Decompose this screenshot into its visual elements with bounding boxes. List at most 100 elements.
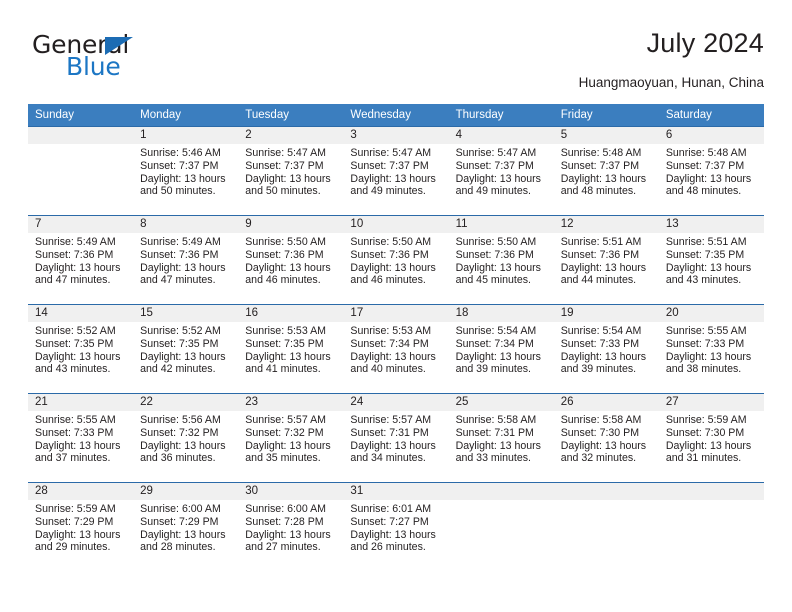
daylight-text-line1: Daylight: 13 hours (665, 439, 752, 452)
day-number: 18 (455, 307, 469, 319)
sunrise-text: Sunrise: 5:59 AM (35, 503, 116, 515)
day-cell[interactable]: 30 Sunrise: 6:00 AM Sunset: 7:28 PM Dayl… (238, 483, 344, 571)
day-cell[interactable]: 24 Sunrise: 5:57 AM Sunset: 7:31 PM Dayl… (343, 394, 449, 482)
day-number: 15 (140, 307, 153, 319)
daylight-text-line1: Daylight: 13 hours (455, 261, 541, 274)
day-cell[interactable]: 18 Sunrise: 5:54 AM Sunset: 7:34 PM Dayl… (448, 305, 554, 393)
day-cell[interactable]: 23 Sunrise: 5:57 AM Sunset: 7:32 PM Dayl… (238, 394, 344, 482)
sunset-text: Sunset: 7:37 PM (560, 159, 640, 172)
daylight-text-line1: Daylight: 13 hours (560, 350, 647, 363)
day-cell[interactable]: 22 Sunrise: 5:56 AM Sunset: 7:32 PM Dayl… (133, 394, 239, 482)
sunrise-text: Sunrise: 5:52 AM (140, 325, 221, 337)
daylight-text-line2: and 29 minutes. (35, 541, 111, 554)
day-cell[interactable]: 11 Sunrise: 5:50 AM Sunset: 7:36 PM Dayl… (448, 216, 554, 304)
sunrise-text: Sunrise: 5:56 AM (140, 414, 221, 426)
daylight-text-line1: Daylight: 13 hours (35, 528, 121, 541)
daylight-text-line1: Daylight: 13 hours (140, 528, 226, 541)
daylight-text-line1: Daylight: 13 hours (350, 261, 436, 274)
day-cell[interactable]: 20 Sunrise: 5:55 AM Sunset: 7:33 PM Dayl… (658, 305, 764, 393)
day-cell[interactable]: 15 Sunrise: 5:52 AM Sunset: 7:35 PM Dayl… (133, 305, 239, 393)
day-cell[interactable]: 6 Sunrise: 5:48 AM Sunset: 7:37 PM Dayli… (658, 127, 764, 215)
sunset-text: Sunset: 7:37 PM (245, 159, 324, 172)
day-cell[interactable]: 14 Sunrise: 5:52 AM Sunset: 7:35 PM Dayl… (28, 305, 134, 393)
day-number: 6 (665, 129, 673, 141)
sunset-text: Sunset: 7:35 PM (140, 337, 219, 350)
sunset-text: Sunset: 7:33 PM (665, 337, 745, 350)
sunset-text: Sunset: 7:30 PM (665, 426, 745, 439)
sunset-text: Sunset: 7:37 PM (455, 159, 534, 172)
daylight-text-line1: Daylight: 13 hours (665, 350, 752, 363)
day-cell[interactable]: 16 Sunrise: 5:53 AM Sunset: 7:35 PM Dayl… (238, 305, 344, 393)
day-cell[interactable]: 12 Sunrise: 5:51 AM Sunset: 7:36 PM Dayl… (553, 216, 659, 304)
daylight-text-line1: Daylight: 13 hours (350, 172, 436, 185)
sunrise-text: Sunrise: 5:58 AM (560, 414, 642, 426)
general-blue-logo[interactable]: General Blue (32, 32, 232, 88)
day-cell[interactable]: 13 Sunrise: 5:51 AM Sunset: 7:35 PM Dayl… (658, 216, 764, 304)
sunset-text: Sunset: 7:31 PM (350, 426, 429, 439)
daylight-text-line1: Daylight: 13 hours (455, 350, 541, 363)
daylight-text-line1: Daylight: 13 hours (350, 350, 436, 363)
sunrise-text: Sunrise: 5:57 AM (350, 414, 432, 426)
sunrise-text: Sunrise: 5:47 AM (245, 147, 326, 159)
weekday-header-wednesday: Wednesday (350, 109, 411, 121)
logo-text-blue: Blue (66, 52, 121, 81)
daylight-text-line2: and 34 minutes. (350, 452, 426, 465)
daylight-text-line2: and 46 minutes. (245, 274, 321, 287)
day-cell[interactable]: 2 Sunrise: 5:47 AM Sunset: 7:37 PM Dayli… (238, 127, 344, 215)
daylight-text-line1: Daylight: 13 hours (350, 439, 436, 452)
day-cell[interactable]: 19 Sunrise: 5:54 AM Sunset: 7:33 PM Dayl… (553, 305, 659, 393)
daylight-text-line1: Daylight: 13 hours (140, 439, 226, 452)
day-cell[interactable]: 21 Sunrise: 5:55 AM Sunset: 7:33 PM Dayl… (28, 394, 134, 482)
day-number: 19 (560, 307, 574, 319)
day-number: 23 (245, 396, 259, 408)
day-cell[interactable]: 5 Sunrise: 5:48 AM Sunset: 7:37 PM Dayli… (553, 127, 659, 215)
day-cell[interactable]: 28 Sunrise: 5:59 AM Sunset: 7:29 PM Dayl… (28, 483, 134, 571)
daylight-text-line2: and 47 minutes. (140, 274, 216, 287)
day-cell[interactable]: 8 Sunrise: 5:49 AM Sunset: 7:36 PM Dayli… (133, 216, 239, 304)
day-cell[interactable]: 25 Sunrise: 5:58 AM Sunset: 7:31 PM Dayl… (448, 394, 554, 482)
daylight-text-line2: and 26 minutes. (350, 541, 426, 554)
day-cell[interactable]: 27 Sunrise: 5:59 AM Sunset: 7:30 PM Dayl… (658, 394, 764, 482)
day-cell[interactable]: 9 Sunrise: 5:50 AM Sunset: 7:36 PM Dayli… (238, 216, 344, 304)
page-header: General Blue July 2024 Huangmaoyuan, Hun… (28, 28, 764, 96)
sunrise-text: Sunrise: 6:00 AM (245, 503, 326, 515)
page-subtitle-location: Huangmaoyuan, Hunan, China (578, 75, 764, 90)
sunset-text: Sunset: 7:34 PM (455, 337, 534, 350)
day-cell[interactable]: 17 Sunrise: 5:53 AM Sunset: 7:34 PM Dayl… (343, 305, 449, 393)
sunset-text: Sunset: 7:35 PM (35, 337, 114, 350)
sunrise-text: Sunrise: 5:47 AM (350, 147, 432, 159)
day-cell[interactable] (553, 483, 659, 571)
day-cell[interactable]: 1 Sunrise: 5:46 AM Sunset: 7:37 PM Dayli… (133, 127, 239, 215)
day-number: 25 (455, 396, 469, 408)
day-cell[interactable]: 4 Sunrise: 5:47 AM Sunset: 7:37 PM Dayli… (448, 127, 554, 215)
day-number: 27 (665, 396, 679, 408)
day-cell[interactable] (658, 483, 764, 571)
day-cell[interactable]: 26 Sunrise: 5:58 AM Sunset: 7:30 PM Dayl… (553, 394, 659, 482)
daylight-text-line1: Daylight: 13 hours (140, 261, 226, 274)
day-cell[interactable]: 3 Sunrise: 5:47 AM Sunset: 7:37 PM Dayli… (343, 127, 449, 215)
daylight-text-line1: Daylight: 13 hours (245, 439, 331, 452)
weekday-header-monday: Monday (140, 109, 182, 121)
day-cell[interactable] (448, 483, 554, 571)
day-cell[interactable]: 7 Sunrise: 5:49 AM Sunset: 7:36 PM Dayli… (28, 216, 134, 304)
day-cell[interactable] (28, 127, 134, 215)
calendar-week-row: 21 Sunrise: 5:55 AM Sunset: 7:33 PM Dayl… (28, 393, 764, 482)
sunset-text: Sunset: 7:29 PM (35, 515, 114, 528)
sunrise-text: Sunrise: 5:58 AM (455, 414, 537, 426)
sunrise-text: Sunrise: 5:55 AM (665, 325, 747, 337)
day-number: 16 (245, 307, 259, 319)
sunset-text: Sunset: 7:30 PM (560, 426, 640, 439)
calendar-week-row: 28 Sunrise: 5:59 AM Sunset: 7:29 PM Dayl… (28, 482, 764, 571)
day-cell[interactable]: 31 Sunrise: 6:01 AM Sunset: 7:27 PM Dayl… (343, 483, 449, 571)
day-number: 22 (140, 396, 153, 408)
daylight-text-line1: Daylight: 13 hours (35, 261, 121, 274)
daylight-text-line2: and 48 minutes. (560, 185, 637, 198)
daylight-text-line2: and 33 minutes. (455, 452, 531, 465)
daylight-text-line2: and 32 minutes. (560, 452, 637, 465)
day-cell[interactable]: 10 Sunrise: 5:50 AM Sunset: 7:36 PM Dayl… (343, 216, 449, 304)
day-cell[interactable]: 29 Sunrise: 6:00 AM Sunset: 7:29 PM Dayl… (133, 483, 239, 571)
day-number: 4 (455, 129, 462, 141)
daylight-text-line1: Daylight: 13 hours (245, 350, 331, 363)
calendar-week-row: 7 Sunrise: 5:49 AM Sunset: 7:36 PM Dayli… (28, 215, 764, 304)
daylight-text-line2: and 36 minutes. (140, 452, 216, 465)
